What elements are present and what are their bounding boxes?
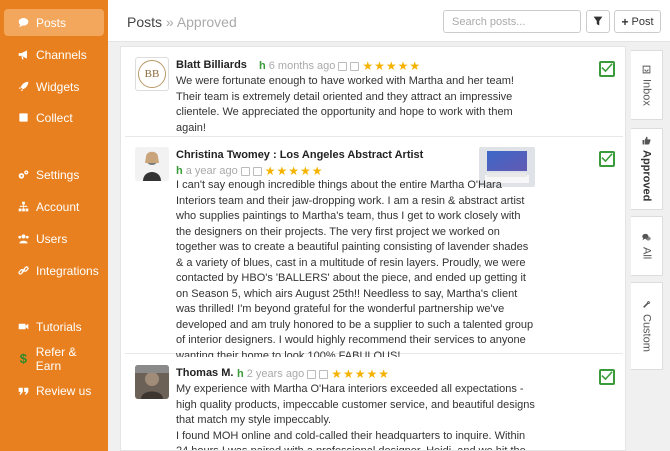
- filter-icon: [593, 13, 603, 31]
- sidebar-item-label: Posts: [36, 15, 67, 30]
- dollar-icon: $: [19, 351, 27, 366]
- sidebar-item-refer[interactable]: $ Refer & Earn: [4, 344, 104, 373]
- comments-icon: [641, 233, 653, 242]
- page-title: Posts: [127, 14, 163, 30]
- post-author: Christina Twomey : Los Angeles Abstract …: [176, 149, 424, 161]
- post-text: I can't say enough incredible things abo…: [176, 179, 534, 362]
- sidebar-item-review[interactable]: Review us: [4, 377, 104, 404]
- sidebar-item-label: Review us: [36, 383, 92, 398]
- page-subtitle: Approved: [176, 14, 237, 30]
- houzz-icon: h: [176, 165, 183, 177]
- bullhorn-icon: [17, 48, 30, 61]
- post-text: My experience with Martha O'Hara interio…: [176, 383, 535, 451]
- sidebar-item-label: Refer & Earn: [35, 344, 77, 373]
- new-post-button[interactable]: + Post: [614, 10, 661, 33]
- approve-checkbox[interactable]: [599, 369, 615, 385]
- post-card: Christina Twomey : Los Angeles Abstract …: [125, 139, 623, 362]
- post-time: 2 years ago: [246, 368, 305, 380]
- avatar: [135, 147, 169, 181]
- post-card: Thomas M. h 2 years ago ★★★★★ My experie…: [125, 357, 623, 451]
- sidebar-item-label: Users: [36, 231, 68, 246]
- tab-label: All: [640, 246, 653, 260]
- star-rating: ★★★★★: [264, 164, 324, 178]
- edit-icon[interactable]: [319, 369, 329, 379]
- link-icon: [17, 264, 30, 277]
- gears-icon: [17, 168, 30, 181]
- post-meta: h a year ago ★★★★★: [176, 164, 324, 178]
- star-rating: ★★★★★: [331, 367, 391, 381]
- houzz-icon: h: [259, 60, 266, 72]
- sidebar-item-widgets[interactable]: Widgets: [4, 73, 104, 100]
- external-link-icon[interactable]: [338, 61, 348, 71]
- rocket-icon: [17, 80, 30, 93]
- sidebar-item-integrations[interactable]: Integrations: [4, 257, 104, 284]
- post-author: Thomas M.: [176, 367, 234, 379]
- edit-icon[interactable]: [350, 61, 360, 71]
- avatar: BB: [135, 57, 169, 91]
- sidebar-item-channels[interactable]: Channels: [4, 41, 104, 68]
- star-rating: ★★★★★: [362, 59, 422, 73]
- comment-icon: [17, 16, 30, 29]
- post-time: 6 months ago: [268, 60, 336, 72]
- wrench-icon: [641, 300, 653, 309]
- post-card: BB Blatt Billiards h 6 months ago ★★★★★ …: [125, 49, 623, 137]
- tab-all[interactable]: All: [631, 216, 663, 276]
- sidebar-item-label: Widgets: [36, 79, 80, 94]
- houzz-icon: h: [237, 368, 244, 380]
- breadcrumb: Posts » Approved: [127, 14, 237, 30]
- post-meta: h 6 months ago ★★★★★: [259, 59, 421, 73]
- tab-custom[interactable]: Custom: [631, 282, 663, 370]
- users-icon: [17, 232, 30, 245]
- approve-checkbox[interactable]: [599, 61, 615, 77]
- post-time: a year ago: [185, 165, 238, 177]
- check-icon: [601, 368, 613, 386]
- sidebar-item-label: Settings: [36, 167, 80, 182]
- sidebar-item-users[interactable]: Users: [4, 225, 104, 252]
- sidebar-item-label: Tutorials: [36, 319, 82, 334]
- tab-inbox[interactable]: Inbox: [631, 50, 663, 120]
- post-feed: BB Blatt Billiards h 6 months ago ★★★★★ …: [120, 46, 626, 451]
- check-icon: [601, 60, 613, 78]
- new-post-label: Post: [631, 15, 654, 28]
- external-link-icon[interactable]: [307, 369, 317, 379]
- top-bar: Posts » Approved + Post: [108, 0, 670, 42]
- check-icon: [601, 150, 613, 168]
- sidebar-item-label: Collect: [36, 110, 73, 125]
- tab-label: Custom: [640, 314, 653, 352]
- avatar: [135, 365, 169, 399]
- approve-checkbox[interactable]: [599, 151, 615, 167]
- post-meta: h 2 years ago ★★★★★: [237, 367, 390, 381]
- post-text: We were fortunate enough to have worked …: [176, 75, 514, 134]
- external-link-icon[interactable]: [240, 166, 250, 176]
- sidebar-item-settings[interactable]: Settings: [4, 161, 104, 188]
- quote-icon: [17, 384, 30, 397]
- search-input[interactable]: [443, 10, 581, 33]
- plus-icon: +: [621, 14, 629, 29]
- tab-label: Approved: [640, 150, 653, 202]
- sidebar-item-label: Account: [36, 199, 80, 214]
- post-author: Blatt Billiards: [176, 59, 247, 71]
- tab-approved[interactable]: Approved: [631, 128, 663, 210]
- sidebar-item-tutorials[interactable]: Tutorials: [4, 313, 104, 340]
- status-tabs: Inbox Approved All Custom: [631, 46, 663, 370]
- thumbs-up-icon: [641, 136, 653, 145]
- edit-icon[interactable]: [252, 166, 262, 176]
- sidebar-item-collect[interactable]: Collect: [4, 104, 104, 131]
- sidebar-item-account[interactable]: Account: [4, 193, 104, 220]
- sidebar-item-posts[interactable]: Posts: [4, 9, 104, 36]
- sitemap-icon: [17, 200, 30, 213]
- sidebar: Posts Channels Widgets Collect Settings …: [0, 0, 108, 451]
- tab-label: Inbox: [640, 78, 653, 106]
- video-icon: [17, 320, 30, 333]
- sidebar-item-label: Integrations: [36, 263, 99, 278]
- sidebar-item-label: Channels: [36, 47, 87, 62]
- filter-button[interactable]: [586, 10, 610, 33]
- inbox-icon: [641, 65, 653, 74]
- square-icon: [17, 111, 30, 124]
